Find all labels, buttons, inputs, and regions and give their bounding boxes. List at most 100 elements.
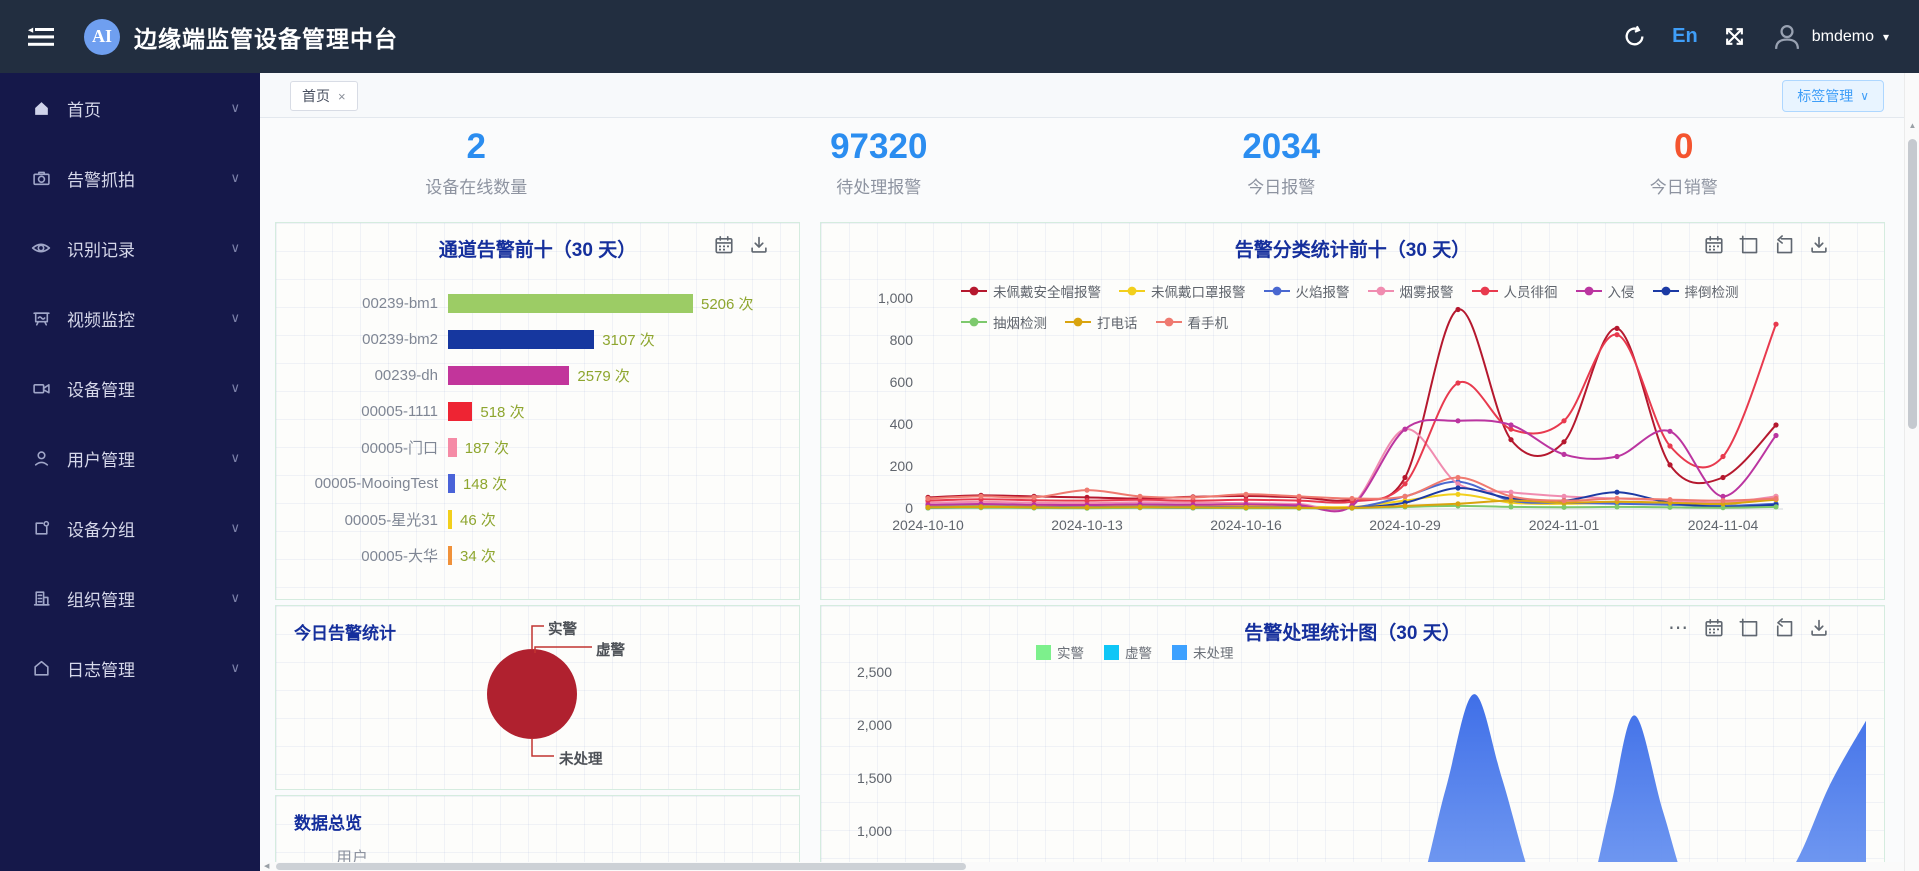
stat-value: 2034 bbox=[1242, 127, 1321, 166]
sidebar-item-label: 组织管理 bbox=[67, 590, 135, 610]
download-icon[interactable] bbox=[749, 235, 769, 255]
app-logo: AI bbox=[84, 18, 120, 55]
chevron-down-icon: ∨ bbox=[230, 380, 240, 395]
refresh-icon[interactable] bbox=[1623, 25, 1646, 48]
x-tick: 2024-10-13 bbox=[1051, 517, 1123, 533]
alarm-processing-card: 告警处理统计图（30 天） ⋯ 实警 虚警 未处理 2,500 2,000 1,500 1… bbox=[820, 605, 1885, 871]
sidebar-item-video-monitor[interactable]: 视频监控 ∨ bbox=[0, 283, 260, 353]
app-header: AI 边缘端监管设备管理中台 En bmdemo ▾ bbox=[0, 0, 1919, 73]
group-icon bbox=[30, 517, 52, 539]
chevron-down-icon: ∨ bbox=[230, 310, 240, 325]
tab-close-icon[interactable]: × bbox=[338, 89, 346, 104]
x-tick: 2024-11-04 bbox=[1687, 517, 1759, 533]
vertical-scroll-thumb[interactable] bbox=[1908, 139, 1917, 429]
stat-设备在线数量: 2 设备在线数量 bbox=[275, 125, 678, 217]
tab-label: 首页 bbox=[302, 88, 330, 104]
bar-row: 00239-dh 2579 次 bbox=[288, 357, 791, 393]
language-toggle[interactable]: En bbox=[1672, 25, 1698, 48]
bar bbox=[448, 401, 473, 421]
bar-label: 00005-星光31 bbox=[344, 511, 438, 529]
line-chart bbox=[925, 306, 1783, 513]
bar-row: 00005-1111 518 次 bbox=[288, 393, 791, 429]
chevron-down-icon: ∨ bbox=[230, 170, 240, 185]
calendar-icon[interactable] bbox=[714, 235, 734, 255]
stat-value: 97320 bbox=[830, 127, 928, 166]
bar-value: 34 次 bbox=[460, 547, 496, 565]
sidebar-item-organization[interactable]: 组织管理 ∨ bbox=[0, 563, 260, 633]
x-tick: 2024-10-29 bbox=[1369, 517, 1441, 533]
main-content: 首页 × 标签管理 ∨ 2 设备在线数量 97320 待处理报警 2034 今日报警 0 今日… bbox=[260, 73, 1904, 871]
fullscreen-icon[interactable] bbox=[1724, 26, 1745, 47]
sidebar-item-label: 告警抓拍 bbox=[67, 170, 135, 190]
bar-label: 00005-1111 bbox=[361, 402, 438, 420]
sidebar-item-label: 设备管理 bbox=[67, 380, 135, 400]
bar-row: 00005-门口 187 次 bbox=[288, 429, 791, 465]
bar-value: 5206 次 bbox=[701, 295, 754, 313]
bar bbox=[448, 545, 452, 565]
pie-label: 虚警 bbox=[596, 643, 625, 659]
vertical-scrollbar[interactable]: ▲ bbox=[1904, 73, 1919, 871]
sidebar-item-label: 用户管理 bbox=[67, 450, 135, 470]
username: bmdemo bbox=[1811, 27, 1874, 45]
chevron-down-icon: ∨ bbox=[230, 590, 240, 605]
scroll-left-icon[interactable]: ◀ bbox=[264, 862, 269, 871]
bar-value: 148 次 bbox=[462, 475, 508, 493]
sidebar-item-home[interactable]: 首页 ∨ bbox=[0, 73, 260, 143]
pie-chart bbox=[487, 625, 592, 757]
stat-label: 今日销警 bbox=[1649, 178, 1718, 197]
eye-icon bbox=[30, 237, 52, 259]
pie-label: 实警 bbox=[548, 622, 577, 638]
tab-home[interactable]: 首页 × bbox=[290, 81, 358, 111]
bar-row: 00005-大华 34 次 bbox=[288, 537, 791, 573]
sidebar-item-logs[interactable]: 日志管理 ∨ bbox=[0, 633, 260, 703]
bar bbox=[448, 365, 570, 385]
sidebar-item-recognition[interactable]: 识别记录 ∨ bbox=[0, 213, 260, 283]
log-icon bbox=[30, 657, 52, 679]
home-icon bbox=[30, 97, 52, 119]
bar-row: 00239-bm2 3107 次 bbox=[288, 321, 791, 357]
x-tick: 2024-10-10 bbox=[892, 517, 964, 533]
horizontal-scroll-thumb[interactable] bbox=[276, 863, 966, 870]
chevron-down-icon: ∨ bbox=[230, 520, 240, 535]
bar-value: 2579 次 bbox=[577, 367, 630, 385]
stat-label: 今日报警 bbox=[1247, 178, 1316, 197]
sidebar-item-device-groups[interactable]: 设备分组 ∨ bbox=[0, 493, 260, 563]
screen-icon bbox=[30, 307, 52, 329]
tag-management-label: 标签管理 bbox=[1797, 88, 1854, 104]
x-tick: 2024-10-16 bbox=[1210, 517, 1282, 533]
sidebar-toggle-icon[interactable] bbox=[28, 27, 54, 47]
stat-label: 待处理报警 bbox=[836, 178, 922, 197]
bar-value: 3107 次 bbox=[602, 331, 655, 349]
data-overview-card: 数据总览 用户 bbox=[275, 795, 800, 871]
sidebar-item-device-mgmt[interactable]: 设备管理 ∨ bbox=[0, 353, 260, 423]
user-icon bbox=[30, 447, 52, 469]
today-alarm-card: 今日告警统计 实警 虚警 未处理 bbox=[275, 605, 800, 790]
bar-label: 00005-门口 bbox=[361, 439, 438, 457]
stat-value: 0 bbox=[1674, 127, 1694, 166]
bar-row: 00005-MooingTest 148 次 bbox=[288, 465, 791, 501]
tab-bar: 首页 × 标签管理 ∨ bbox=[260, 73, 1904, 118]
user-menu[interactable]: bmdemo ▾ bbox=[1771, 21, 1889, 53]
bar-value: 46 次 bbox=[460, 511, 496, 529]
stat-待处理报警: 97320 待处理报警 bbox=[678, 125, 1081, 217]
sidebar-item-user-mgmt[interactable]: 用户管理 ∨ bbox=[0, 423, 260, 493]
chevron-down-icon: ∨ bbox=[230, 240, 240, 255]
scroll-up-icon[interactable]: ▲ bbox=[1905, 121, 1919, 130]
bar-value: 187 次 bbox=[464, 439, 509, 457]
horizontal-scrollbar[interactable]: ◀ bbox=[260, 862, 1904, 871]
chevron-down-icon: ∨ bbox=[230, 450, 240, 465]
bar-label: 00239-bm2 bbox=[362, 330, 438, 348]
chevron-down-icon: ∨ bbox=[230, 660, 240, 675]
bar-value: 518 次 bbox=[480, 403, 525, 421]
caret-down-icon: ▾ bbox=[1882, 29, 1889, 44]
stat-今日报警: 2034 今日报警 bbox=[1080, 125, 1483, 217]
sidebar-item-label: 首页 bbox=[67, 100, 101, 120]
videocam-icon bbox=[30, 377, 52, 399]
data-overview-title: 数据总览 bbox=[294, 814, 362, 833]
sidebar-item-alarm-capture[interactable]: 告警抓拍 ∨ bbox=[0, 143, 260, 213]
chevron-down-icon: ∨ bbox=[230, 100, 240, 115]
tag-management-button[interactable]: 标签管理 ∨ bbox=[1782, 80, 1884, 112]
stats-row: 2 设备在线数量 97320 待处理报警 2034 今日报警 0 今日销警 bbox=[275, 125, 1885, 217]
channel-alarms-card: 通道告警前十（30 天） 00239-bm1 5206 次 00239-bm2 310… bbox=[275, 222, 800, 600]
chevron-down-icon: ∨ bbox=[1860, 89, 1869, 103]
